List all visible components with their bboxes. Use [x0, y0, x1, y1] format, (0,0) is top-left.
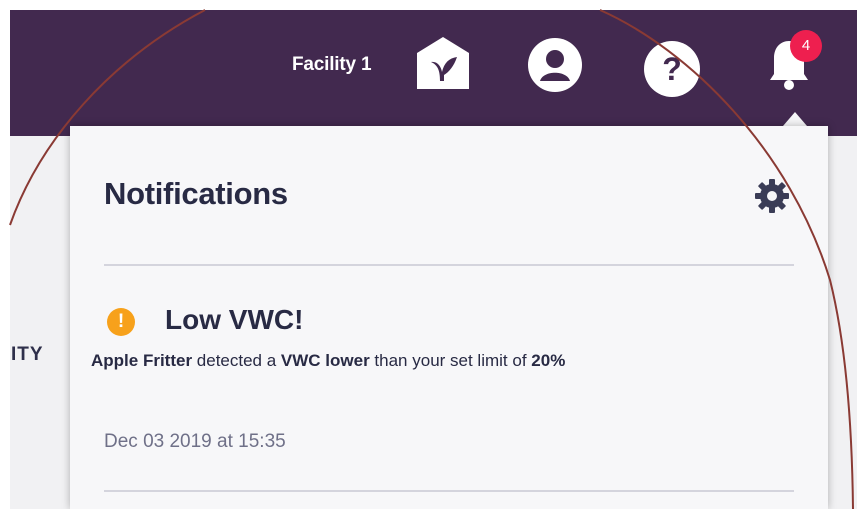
message-text: detected a — [192, 351, 281, 370]
item-divider — [104, 490, 794, 492]
facility-name[interactable]: Facility 1 — [292, 54, 372, 76]
notification-timestamp: Dec 03 2019 at 15:35 — [104, 431, 286, 452]
notification-title: Low VWC! — [165, 304, 304, 335]
metric-name: VWC lower — [280, 351, 370, 370]
column-header-partial: ITY — [11, 344, 44, 365]
help-icon[interactable]: ? — [643, 40, 701, 98]
alert-icon: ! — [107, 308, 135, 336]
plant-name: Apple Fritter — [91, 351, 193, 370]
notification-message: Apple Fritter detected a VWC lower than … — [91, 351, 565, 371]
user-icon[interactable] — [527, 37, 583, 93]
dropdown-caret — [783, 112, 807, 126]
gear-icon[interactable] — [754, 178, 790, 214]
message-text: than your set limit of — [369, 351, 532, 370]
limit-value: 20% — [531, 351, 566, 370]
svg-text:?: ? — [662, 51, 682, 87]
notifications-title: Notifications — [104, 176, 288, 211]
facility-icon[interactable] — [413, 35, 473, 91]
notification-count-badge: 4 — [790, 30, 822, 62]
notifications-button[interactable]: 4 — [762, 30, 832, 100]
notifications-dropdown: Notifications ! Low VWC! Apple Fritter d… — [70, 126, 828, 509]
header-divider — [104, 264, 794, 266]
